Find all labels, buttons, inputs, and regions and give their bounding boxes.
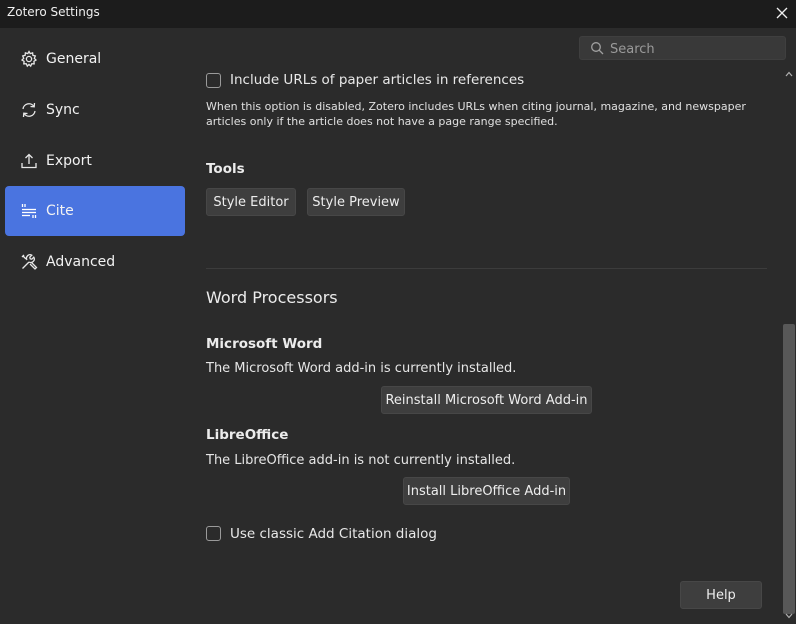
msword-status: The Microsoft Word add-in is currently i… xyxy=(206,361,517,376)
classic-dialog-checkbox[interactable] xyxy=(206,526,221,541)
section-divider xyxy=(206,268,767,269)
search-box xyxy=(579,36,786,60)
include-urls-label: Include URLs of paper articles in refere… xyxy=(230,72,525,88)
include-urls-hint: When this option is disabled, Zotero inc… xyxy=(206,100,746,128)
sidebar-item-label: General xyxy=(46,51,102,67)
close-icon xyxy=(776,7,788,19)
help-button[interactable]: Help xyxy=(680,581,762,609)
word-processors-heading: Word Processors xyxy=(206,288,338,307)
search-icon xyxy=(590,41,604,59)
install-libreoffice-addin-button[interactable]: Install LibreOffice Add-in xyxy=(403,477,570,505)
sidebar-item-export[interactable]: Export xyxy=(5,136,185,186)
gear-icon xyxy=(19,49,39,69)
cite-icon xyxy=(19,201,39,221)
classic-dialog-label: Use classic Add Citation dialog xyxy=(230,526,437,542)
wrench-icon xyxy=(19,252,39,272)
sidebar-item-label: Advanced xyxy=(46,254,116,270)
sidebar-item-label: Export xyxy=(46,153,92,169)
libreoffice-status: The LibreOffice add-in is not currently … xyxy=(206,453,516,468)
scrollbar[interactable] xyxy=(782,66,796,624)
libreoffice-heading: LibreOffice xyxy=(206,427,289,443)
sidebar-item-sync[interactable]: Sync xyxy=(5,85,185,135)
style-editor-button[interactable]: Style Editor xyxy=(206,188,296,216)
scrollbar-thumb[interactable] xyxy=(783,324,795,614)
sidebar-item-cite[interactable]: Cite xyxy=(5,186,185,236)
reinstall-word-addin-button[interactable]: Reinstall Microsoft Word Add-in xyxy=(381,386,592,414)
msword-heading: Microsoft Word xyxy=(206,336,323,352)
tools-heading: Tools xyxy=(206,161,245,177)
sidebar: General Sync Export Cite Advanced xyxy=(0,28,190,624)
sidebar-item-label: Sync xyxy=(46,102,80,118)
search-input[interactable] xyxy=(608,39,782,59)
sidebar-item-advanced[interactable]: Advanced xyxy=(5,237,185,287)
close-button[interactable] xyxy=(768,0,796,26)
window-title: Zotero Settings xyxy=(7,5,100,19)
sidebar-item-general[interactable]: General xyxy=(5,34,185,84)
scroll-up-icon[interactable] xyxy=(783,68,795,80)
sync-icon xyxy=(19,100,39,120)
style-preview-button[interactable]: Style Preview xyxy=(307,188,405,216)
include-urls-checkbox[interactable] xyxy=(206,73,221,88)
title-bar: Zotero Settings xyxy=(0,0,796,28)
export-icon xyxy=(19,151,39,171)
scroll-down-icon[interactable] xyxy=(783,610,795,622)
sidebar-item-label: Cite xyxy=(46,203,74,219)
